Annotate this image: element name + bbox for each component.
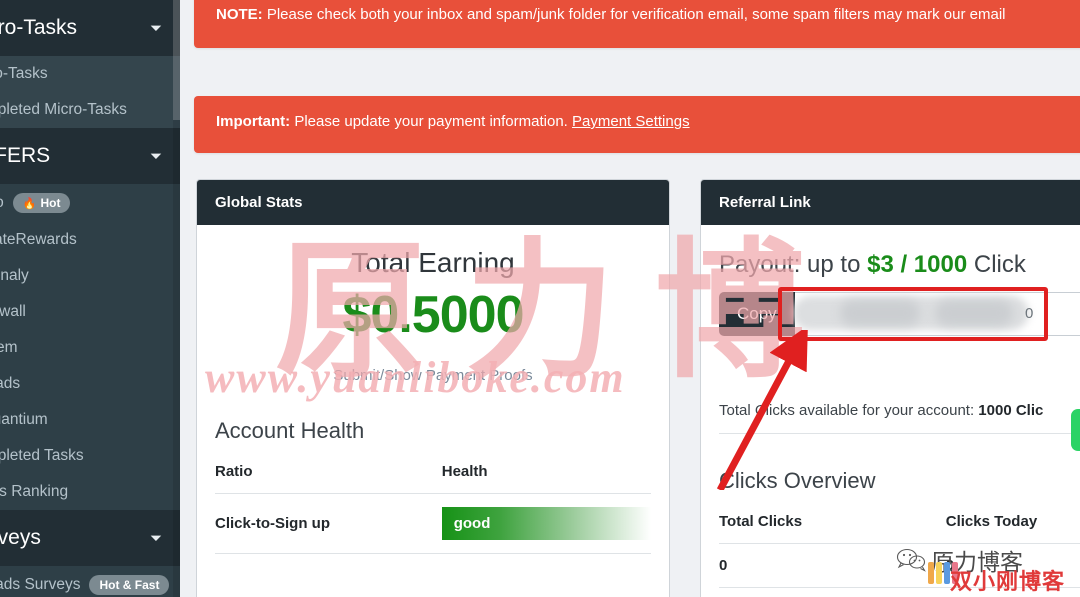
chevron-down-icon: ⏷ bbox=[149, 19, 162, 37]
sidebar-item-label: Adquantium bbox=[0, 411, 48, 428]
total-earning-label: Total Earning bbox=[351, 247, 515, 278]
table-header-clicks-today: Clicks Today bbox=[945, 504, 1080, 544]
whatsapp-share-button[interactable] bbox=[1071, 409, 1080, 451]
badge-label: Hot & Fast bbox=[99, 578, 160, 592]
status-badge-hot: 🔥 Hot bbox=[12, 193, 71, 213]
payment-settings-link[interactable]: Payment Settings bbox=[572, 113, 690, 130]
alert-important-text: Please update your payment information. bbox=[290, 113, 573, 130]
sidebar-section-surveys[interactable]: Surveys ⏷ bbox=[0, 510, 180, 566]
table-header-row: Ratio Health bbox=[215, 454, 651, 494]
sidebar-item-label: Micro-Tasks bbox=[0, 65, 48, 82]
bar-pink bbox=[952, 562, 958, 584]
chevron-down-icon: ⏷ bbox=[149, 529, 162, 547]
account-health-title: Account Health bbox=[215, 418, 365, 443]
redacted-url-blur-2 bbox=[840, 300, 920, 326]
sidebar-item-adsonaly[interactable]: Adsonaly bbox=[0, 258, 180, 294]
sidebar-item-micro-tasks[interactable]: Micro-Tasks bbox=[0, 56, 180, 92]
total-clicks-available-line: Total Clicks available for your account:… bbox=[719, 402, 1080, 419]
app-root: Micro-Tasks ⏷ Micro-Tasks Completed Micr… bbox=[0, 0, 1080, 597]
panel-global-stats: Global Stats Total Earning $0.5000 Submi… bbox=[196, 179, 670, 597]
sidebar-item-monads[interactable]: Monads bbox=[0, 366, 180, 402]
submit-show-payment-proofs-link[interactable]: Submit/Show Payment Proofs bbox=[215, 367, 651, 384]
cell-clicks-today: 0 bbox=[945, 543, 1080, 588]
watermark-color-bars bbox=[928, 562, 958, 584]
sidebar-item-label: AffiliateRewards bbox=[0, 231, 77, 248]
payout-line: Payout: up to $3 / 1000 Click bbox=[719, 251, 1080, 279]
account-health-table: Ratio Health Click-to-Sign up good bbox=[215, 454, 651, 554]
sidebar-item-adgem[interactable]: AdGem bbox=[0, 330, 180, 366]
alert-note-text: Please check both your inbox and spam/ju… bbox=[262, 6, 1006, 23]
sidebar-item-label: Offerwall bbox=[0, 303, 26, 320]
sidebar-item-adquantium[interactable]: Adquantium bbox=[0, 402, 180, 438]
sidebar-section-offers[interactable]: OFFERS ⏷ bbox=[0, 128, 180, 184]
badge-label: Hot bbox=[40, 196, 61, 210]
panel-referral-link-title: Referral Link bbox=[701, 180, 1080, 225]
sidebar-item-label: Completed Micro-Tasks bbox=[0, 101, 127, 118]
clicks-overview-table: Total Clicks Clicks Today 0 0 bbox=[719, 504, 1080, 588]
payout-prefix: Payout: up to bbox=[719, 251, 868, 278]
redacted-url-blur-3 bbox=[935, 300, 1013, 326]
sidebar-scrollbar-thumb[interactable] bbox=[173, 0, 180, 120]
sidebar-section-label: OFFERS bbox=[0, 144, 51, 167]
table-header-health: Health bbox=[441, 454, 651, 494]
referral-link-tail: 0 bbox=[1025, 305, 1034, 322]
payout-amount: $3 / 1000 bbox=[867, 251, 968, 278]
sidebar-item-offers-ranking[interactable]: Offers Ranking bbox=[0, 474, 180, 510]
flame-icon: 🔥 bbox=[22, 197, 37, 210]
sidebar-item-completed-tasks[interactable]: Completed Tasks bbox=[0, 438, 180, 474]
sidebar-scrollbar[interactable] bbox=[173, 0, 180, 597]
status-badge-hot-fast: Hot & Fast bbox=[89, 575, 170, 595]
sidebar-section-label: Surveys bbox=[0, 526, 41, 549]
bar-orange bbox=[928, 562, 934, 584]
total-clicks-value: 1000 Clic bbox=[978, 402, 1044, 419]
total-earning-value: $0.5000 bbox=[342, 286, 525, 344]
cell-health: good bbox=[441, 493, 651, 554]
payout-suffix: Click bbox=[967, 251, 1026, 278]
panel-global-stats-body: Total Earning $0.5000 Submit/Show Paymen… bbox=[197, 247, 669, 554]
sidebar-item-label: Monads bbox=[0, 375, 21, 392]
alert-important: Important: Please update your payment in… bbox=[194, 96, 1080, 153]
bar-blue bbox=[944, 562, 950, 584]
sidebar-item-label: Offers Ranking bbox=[0, 483, 69, 500]
sidebar-item-label: Adsonaly bbox=[0, 267, 29, 284]
alert-note-prefix: NOTE: bbox=[216, 6, 263, 23]
table-header-row: Total Clicks Clicks Today bbox=[719, 504, 1080, 544]
copy-button[interactable]: Copy bbox=[719, 292, 795, 336]
health-bar: good bbox=[441, 507, 651, 540]
bar-yellow bbox=[936, 562, 942, 584]
sidebar-item-monads-surveys[interactable]: Monads Surveys Hot & Fast bbox=[0, 566, 180, 597]
cell-total-clicks: 0 bbox=[719, 543, 946, 588]
sidebar-item-label: Monads Surveys bbox=[0, 576, 81, 593]
divider bbox=[719, 433, 1080, 434]
sidebar-section-label: Micro-Tasks bbox=[0, 16, 78, 39]
table-row: Click-to-Sign up good bbox=[215, 493, 651, 554]
sidebar-item-completed-micro-tasks[interactable]: Completed Micro-Tasks bbox=[0, 92, 180, 128]
sidebar-item-label: eToro bbox=[0, 194, 4, 212]
panel-global-stats-title: Global Stats bbox=[197, 180, 669, 225]
total-clicks-text: Total Clicks available for your account: bbox=[719, 402, 979, 419]
sidebar-item-affiliaterewards[interactable]: AffiliateRewards bbox=[0, 222, 180, 258]
chevron-down-icon: ⏷ bbox=[149, 147, 162, 165]
sidebar-item-label: AdGem bbox=[0, 339, 18, 356]
sidebar: Micro-Tasks ⏷ Micro-Tasks Completed Micr… bbox=[0, 0, 180, 597]
panel-referral-link: Referral Link Payout: up to $3 / 1000 Cl… bbox=[700, 179, 1080, 597]
sidebar-item-offerwall[interactable]: Offerwall bbox=[0, 294, 180, 330]
sidebar-item-label: Completed Tasks bbox=[0, 447, 84, 464]
table-row: 0 0 bbox=[719, 543, 1080, 588]
social-share-row bbox=[1071, 409, 1080, 451]
clicks-overview-title: Clicks Overview bbox=[719, 468, 876, 493]
sidebar-item-etoro[interactable]: eToro 🔥 Hot bbox=[0, 184, 180, 222]
sidebar-section-micro-tasks[interactable]: Micro-Tasks ⏷ bbox=[0, 0, 180, 56]
alert-important-prefix: Important: bbox=[216, 113, 291, 130]
table-header-ratio: Ratio bbox=[215, 454, 442, 494]
table-header-total-clicks: Total Clicks bbox=[719, 504, 946, 544]
cell-ratio: Click-to-Sign up bbox=[215, 493, 442, 554]
alert-note: NOTE: Please check both your inbox and s… bbox=[194, 0, 1080, 48]
